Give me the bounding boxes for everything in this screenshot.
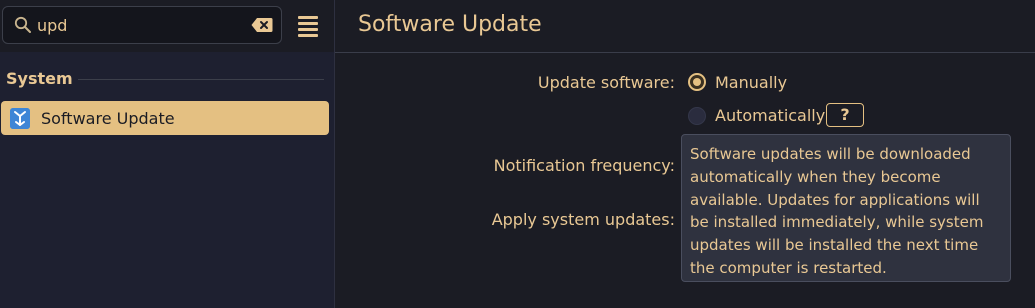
help-tooltip: Software updates will be downloaded auto… bbox=[681, 134, 1011, 282]
sidebar-item-label: Software Update bbox=[41, 109, 175, 128]
sidebar-item-software-update[interactable]: Software Update bbox=[1, 101, 329, 135]
apply-system-updates-label: Apply system updates: bbox=[491, 210, 675, 229]
section-divider bbox=[78, 79, 324, 80]
sidebar: upd System Software Update bbox=[0, 0, 334, 308]
backspace-clear-icon[interactable] bbox=[251, 17, 273, 33]
search-icon bbox=[14, 16, 31, 33]
help-button[interactable]: ? bbox=[826, 103, 864, 127]
page-header: Software Update bbox=[335, 0, 1035, 53]
sidebar-section-system: System bbox=[6, 69, 73, 88]
help-icon: ? bbox=[840, 105, 850, 124]
notification-frequency-label: Notification frequency: bbox=[493, 156, 675, 175]
page-title: Software Update bbox=[358, 12, 542, 37]
tooltip-text: Software updates will be downloaded auto… bbox=[690, 145, 984, 277]
sidebar-header: upd bbox=[0, 0, 334, 52]
search-field[interactable]: upd bbox=[2, 6, 282, 44]
software-update-app-icon bbox=[10, 108, 30, 129]
radio-manually[interactable] bbox=[688, 73, 706, 91]
radio-automatically[interactable] bbox=[688, 107, 706, 125]
radio-automatically-label[interactable]: Automatically bbox=[715, 106, 825, 125]
update-software-label: Update software: bbox=[537, 73, 675, 92]
radio-manually-label[interactable]: Manually bbox=[715, 73, 787, 92]
hamburger-menu-icon[interactable] bbox=[298, 16, 318, 37]
search-input[interactable]: upd bbox=[37, 16, 67, 35]
